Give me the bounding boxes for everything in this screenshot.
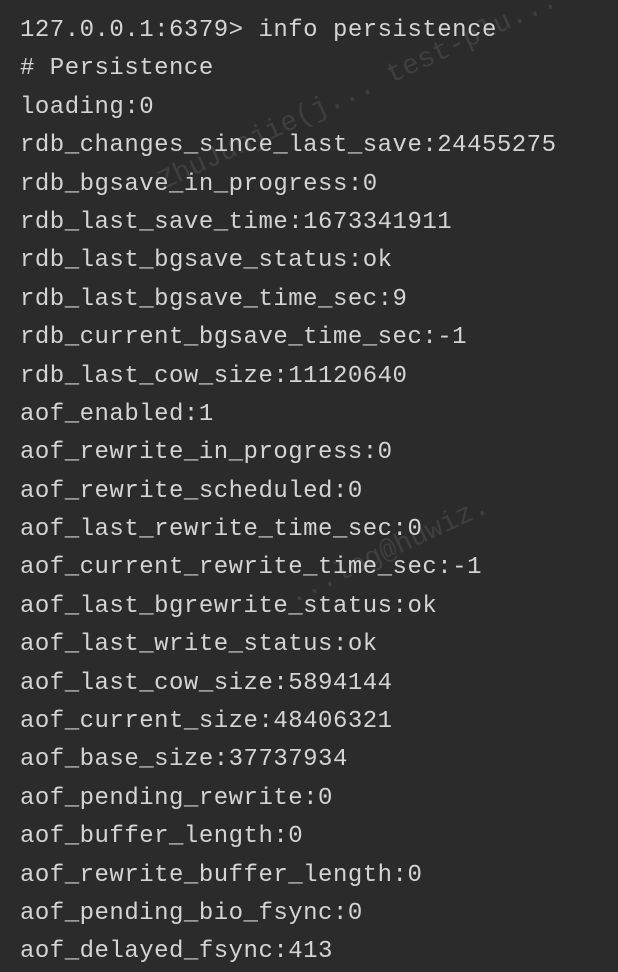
output-line: aof_rewrite_scheduled:0: [20, 473, 598, 511]
output-line: aof_current_size:48406321: [20, 703, 598, 741]
output-line: rdb_last_cow_size:11120640: [20, 358, 598, 396]
output-line: aof_last_bgrewrite_status:ok: [20, 588, 598, 626]
output-line: rdb_current_bgsave_time_sec:-1: [20, 319, 598, 357]
terminal-output[interactable]: 127.0.0.1:6379> info persistence # Persi…: [20, 12, 598, 972]
output-line: aof_last_write_status:ok: [20, 626, 598, 664]
output-line: aof_pending_rewrite:0: [20, 780, 598, 818]
output-line: rdb_last_bgsave_status:ok: [20, 242, 598, 280]
output-line: aof_base_size:37737934: [20, 741, 598, 779]
output-line: aof_rewrite_in_progress:0: [20, 434, 598, 472]
prompt: 127.0.0.1:6379>: [20, 17, 258, 44]
command-line: 127.0.0.1:6379> info persistence: [20, 12, 598, 50]
output-line: rdb_last_save_time:1673341911: [20, 204, 598, 242]
output-line: aof_buffer_length:0: [20, 818, 598, 856]
output-line: aof_last_rewrite_time_sec:0: [20, 511, 598, 549]
section-header: # Persistence: [20, 50, 598, 88]
output-line: aof_last_cow_size:5894144: [20, 665, 598, 703]
output-line: aof_delayed_fsync:413: [20, 933, 598, 971]
output-line: aof_enabled:1: [20, 396, 598, 434]
output-line: rdb_changes_since_last_save:24455275: [20, 127, 598, 165]
output-line: loading:0: [20, 89, 598, 127]
output-line: rdb_bgsave_in_progress:0: [20, 166, 598, 204]
output-line: aof_current_rewrite_time_sec:-1: [20, 549, 598, 587]
output-line: aof_pending_bio_fsync:0: [20, 895, 598, 933]
output-line: aof_rewrite_buffer_length:0: [20, 857, 598, 895]
output-line: rdb_last_bgsave_time_sec:9: [20, 281, 598, 319]
command-text: info persistence: [258, 17, 496, 44]
